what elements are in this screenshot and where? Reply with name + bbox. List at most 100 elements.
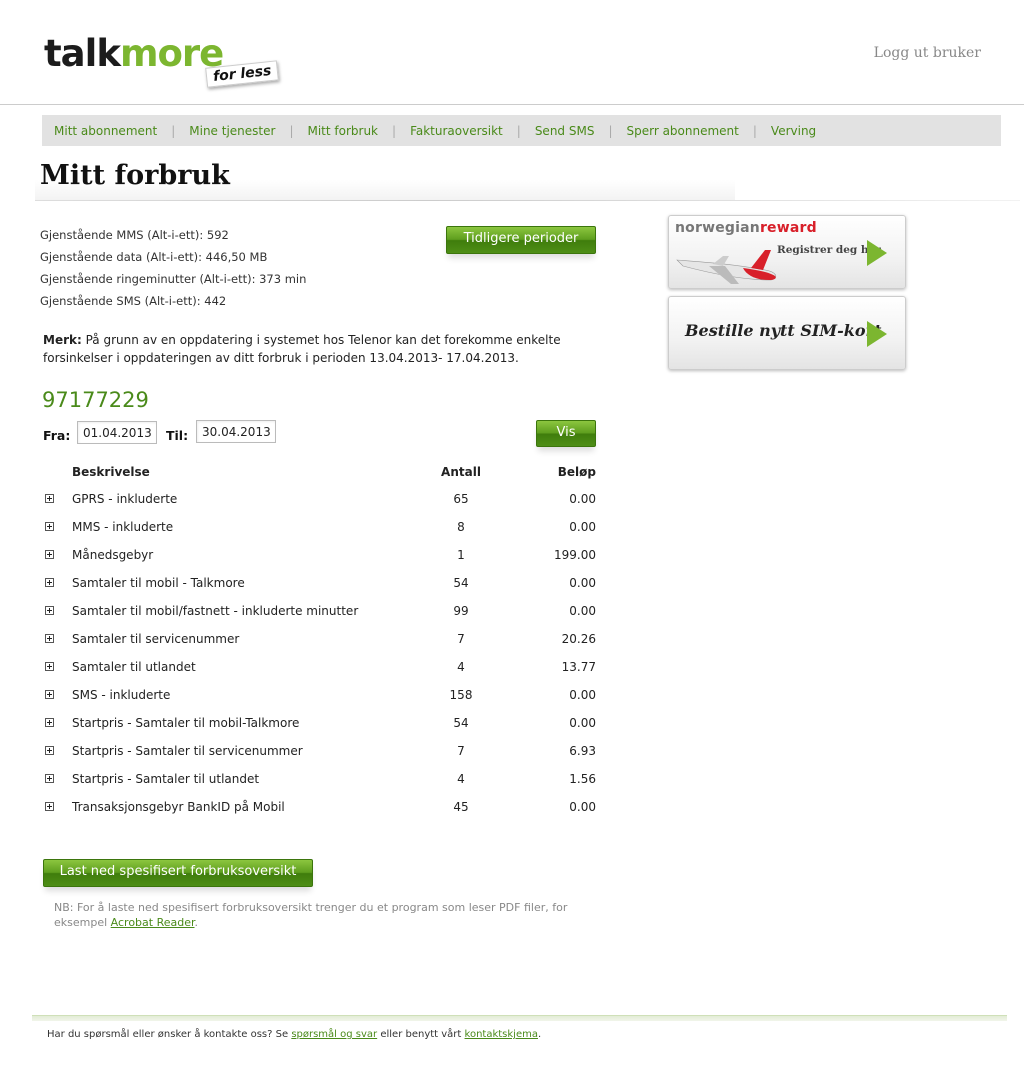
nav-separator: | (171, 123, 176, 138)
nav-item-mine-tjenester[interactable]: Mine tjenester (189, 124, 275, 138)
table-row: Samtaler til mobil/fastnett - inkluderte… (40, 597, 600, 625)
airplane-icon (676, 250, 777, 284)
row-description: Samtaler til servicenummer (72, 632, 240, 646)
row-count: 7 (457, 744, 465, 758)
row-amount: 199.00 (554, 548, 596, 562)
nav-item-sperr-abonnement[interactable]: Sperr abonnement (626, 124, 738, 138)
row-count: 99 (453, 604, 469, 618)
table-row: Startpris - Samtaler til mobil-Talkmore 5… (40, 709, 600, 737)
expand-plus-icon[interactable] (45, 522, 54, 531)
acrobat-reader-link[interactable]: Acrobat Reader (111, 916, 195, 929)
talkmore-logo[interactable]: talkmore for less (44, 34, 284, 96)
row-amount: 1.56 (569, 772, 596, 786)
remaining-mms: Gjenstående MMS (Alt-i-ett): 592 (40, 228, 229, 242)
arrow-right-icon (867, 321, 887, 347)
norwegian-logo-text: norwegian (675, 220, 760, 236)
nav-item-fakturaoversikt[interactable]: Fakturaoversikt (410, 124, 503, 138)
row-count: 65 (453, 492, 469, 506)
nav-separator: | (392, 123, 397, 138)
row-description: Startpris - Samtaler til utlandet (72, 772, 260, 786)
table-row: Samtaler til servicenummer 7 20.26 (40, 625, 600, 653)
row-description: Startpris - Samtaler til servicenummer (72, 744, 303, 758)
title-divider (35, 200, 1020, 201)
row-count: 158 (449, 688, 473, 702)
row-amount: 0.00 (569, 520, 596, 534)
row-description: Transaksjonsgebyr BankID på Mobil (72, 800, 285, 814)
download-note-suffix: . (194, 916, 199, 929)
download-specification-button[interactable]: Last ned spesifisert forbruksoversikt (43, 859, 313, 887)
faq-link[interactable]: spørsmål og svar (291, 1029, 377, 1040)
row-description: Samtaler til mobil/fastnett - inkluderte… (72, 604, 359, 618)
table-row: Transaksjonsgebyr BankID på Mobil 45 0.00 (40, 793, 600, 821)
main-nav: Mitt abonnement | Mine tjenester | Mitt fo… (42, 115, 1001, 146)
nav-item-mitt-abonnement[interactable]: Mitt abonnement (54, 124, 157, 138)
expand-plus-icon[interactable] (45, 550, 54, 559)
remaining-sms: Gjenstående SMS (Alt-i-ett): 442 (40, 294, 227, 308)
footer-prefix: Har du spørsmål eller ønsker å kontakte … (47, 1029, 292, 1040)
logout-link[interactable]: Logg ut bruker (874, 45, 981, 61)
expand-plus-icon[interactable] (45, 746, 54, 755)
table-row: MMS - inkluderte 8 0.00 (40, 513, 600, 541)
row-description: SMS - inkluderte (72, 688, 171, 702)
row-description: Samtaler til utlandet (72, 660, 196, 674)
download-note: NB: For å laste ned spesifisert forbruks… (54, 900, 574, 930)
table-row: Startpris - Samtaler til utlandet 4 1.56 (40, 765, 600, 793)
norwegian-reward-logo: norwegianreward (675, 220, 817, 236)
table-row: Samtaler til mobil - Talkmore 54 0.00 (40, 569, 600, 597)
previous-periods-button[interactable]: Tidligere perioder (446, 226, 596, 254)
expand-plus-icon[interactable] (45, 634, 54, 643)
count-header: Antall (441, 465, 481, 479)
from-date-input[interactable]: 01.04.2013 (77, 421, 157, 444)
row-description: Månedsgebyr (72, 548, 154, 562)
expand-column-header (40, 459, 72, 485)
show-button[interactable]: Vis (536, 420, 596, 447)
row-description: MMS - inkluderte (72, 520, 174, 534)
update-notice: Merk: På grunn av en oppdatering i syste… (43, 331, 603, 367)
row-amount: 0.00 (569, 604, 596, 618)
expand-plus-icon[interactable] (45, 606, 54, 615)
nav-item-verving[interactable]: Verving (771, 124, 816, 138)
order-sim-banner[interactable]: Bestille nytt SIM-kort (668, 296, 906, 370)
row-amount: 0.00 (569, 492, 596, 506)
row-amount: 13.77 (561, 660, 596, 674)
footer-suffix: . (537, 1029, 542, 1040)
remaining-data: Gjenstående data (Alt-i-ett): 446,50 MB (40, 250, 268, 264)
expand-plus-icon[interactable] (45, 578, 54, 587)
row-count: 7 (457, 632, 465, 646)
phone-number: 97177229 (42, 388, 149, 412)
expand-plus-icon[interactable] (45, 662, 54, 671)
amount-header: Beløp (557, 465, 596, 479)
table-row: GPRS - inkluderte 65 0.00 (40, 485, 600, 513)
row-description: Samtaler til mobil - Talkmore (72, 576, 245, 590)
row-amount: 20.26 (561, 632, 596, 646)
arrow-right-icon (867, 240, 887, 266)
to-date-input[interactable]: 30.04.2013 (196, 420, 276, 443)
nav-separator: | (289, 123, 294, 138)
expand-plus-icon[interactable] (45, 690, 54, 699)
remaining-minutes: Gjenstående ringeminutter (Alt-i-ett): 3… (40, 272, 307, 286)
nav-item-send-sms[interactable]: Send SMS (535, 124, 595, 138)
row-amount: 0.00 (569, 716, 596, 730)
row-count: 54 (453, 576, 469, 590)
row-description: GPRS - inkluderte (72, 492, 178, 506)
row-count: 4 (457, 660, 465, 674)
norwegian-reward-banner[interactable]: norwegianreward Registrer deg her (668, 215, 906, 289)
expand-plus-icon[interactable] (45, 718, 54, 727)
table-row: Månedsgebyr 1 199.00 (40, 541, 600, 569)
expand-plus-icon[interactable] (45, 774, 54, 783)
contact-form-link[interactable]: kontaktskjema (465, 1029, 538, 1040)
expand-plus-icon[interactable] (45, 494, 54, 503)
expand-plus-icon[interactable] (45, 802, 54, 811)
row-count: 54 (453, 716, 469, 730)
row-amount: 0.00 (569, 576, 596, 590)
row-count: 8 (457, 520, 465, 534)
table-header-row: Beskrivelse Antall Beløp (40, 459, 600, 485)
footer-contact: Har du spørsmål eller ønsker å kontakte … (47, 1029, 541, 1040)
order-sim-text: Bestille nytt SIM-kort (685, 321, 882, 340)
nav-item-mitt-forbruk[interactable]: Mitt forbruk (307, 124, 378, 138)
reward-logo-text: reward (759, 220, 817, 236)
nav-separator: | (608, 123, 613, 138)
logo-talk: talk (44, 32, 121, 75)
page-title: Mitt forbruk (40, 160, 230, 191)
from-label: Fra: (43, 428, 71, 443)
